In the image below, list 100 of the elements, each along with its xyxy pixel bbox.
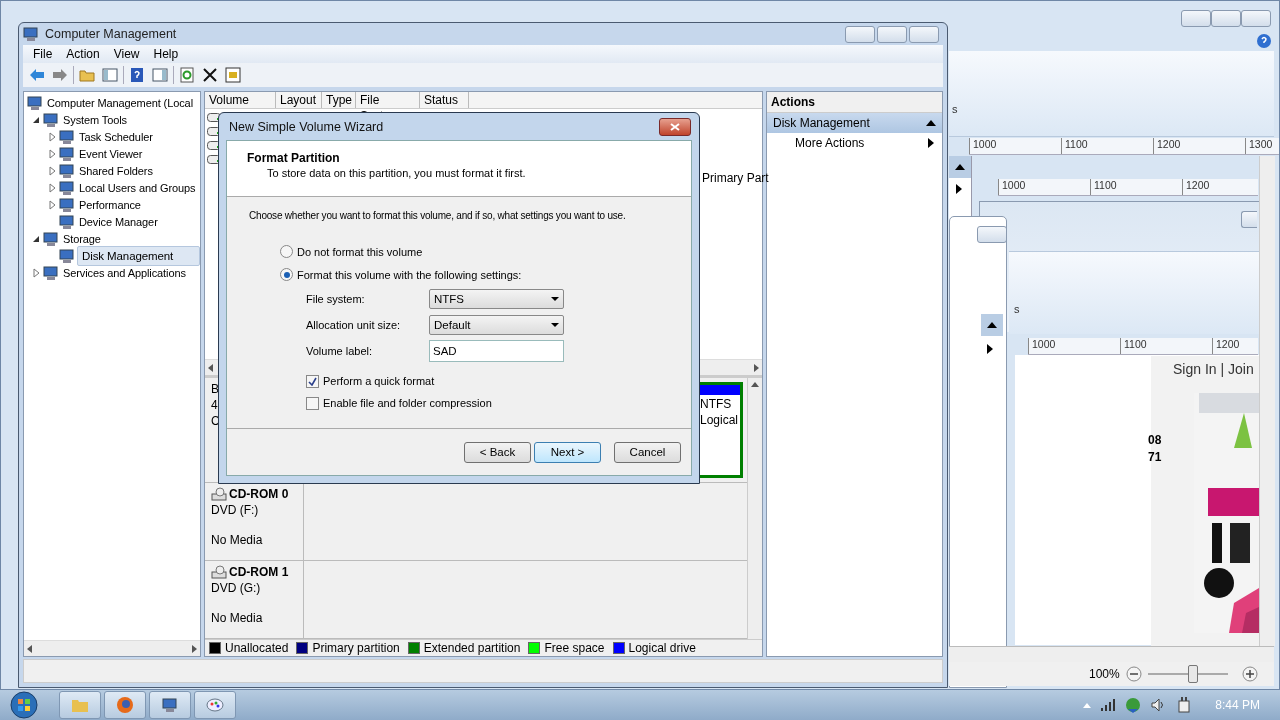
checkbox-label[interactable]: Enable file and folder compression [323,397,492,409]
disk-type: DVD (F:) [211,503,260,518]
tree-item[interactable]: Performance [77,198,143,211]
input-field[interactable]: SAD [429,340,564,362]
scroll-left-icon[interactable] [27,644,32,653]
scroll-right-icon[interactable] [754,363,759,372]
globe-icon[interactable] [1125,697,1142,713]
tree-item[interactable]: Storage [61,232,103,245]
taskbar-button[interactable] [149,691,191,719]
computer-icon [59,179,75,196]
computer-icon [43,230,59,247]
column-header[interactable]: Layout [276,92,322,108]
radio-label[interactable]: Format this volume with the following settings: [297,268,522,281]
table-cell: Primary Part [702,171,769,185]
page-heading: Format Partition [247,151,341,165]
scrollbar[interactable] [949,646,1274,662]
disk-status: No Media [211,611,264,626]
show-hidden-icon[interactable] [1083,702,1092,708]
close-button[interactable] [659,117,691,136]
tree-item[interactable]: Disk Management [77,245,200,266]
collapse-button[interactable] [981,314,1003,336]
scroll-right-icon[interactable] [192,644,197,653]
legend-label: Unallocated [225,641,289,655]
field-label: Volume label: [306,345,374,357]
dropdown-arrow-icon [551,297,559,301]
signal-icon[interactable] [1101,699,1116,711]
collapse-arrow-icon[interactable] [926,120,936,126]
power-plug-icon[interactable] [1177,697,1192,713]
column-header[interactable]: Type [322,92,356,108]
scrollbar[interactable] [1259,156,1275,646]
collapse-button[interactable] [949,156,971,178]
tree-item[interactable]: System Tools [61,113,129,126]
minimize-button[interactable] [845,25,875,43]
dropdown[interactable]: Default [429,315,564,335]
expand-arrow-icon[interactable] [987,344,993,354]
menu-item[interactable]: File [27,47,59,61]
tree-item[interactable]: Task Scheduler [77,130,155,143]
checkbox[interactable] [306,396,319,410]
zoom-in-icon[interactable] [1241,666,1258,682]
zoom-reading: 100% [1089,667,1120,681]
menu-item[interactable]: Action [60,47,106,61]
radio-button[interactable] [280,268,293,281]
tree-item[interactable]: Event Viewer [77,147,145,160]
sign-in-link[interactable]: Sign In | Join [1173,361,1254,377]
ruler: 1000 1100 1200 1300 [969,138,1279,155]
help-icon[interactable] [1256,33,1272,49]
computer-icon [59,145,75,162]
taskbar-button[interactable] [59,691,101,719]
zoom-out-icon[interactable] [1125,666,1142,682]
taskbar-button[interactable] [194,691,236,719]
refresh-icon[interactable] [177,65,197,85]
minimize-button[interactable] [1181,10,1211,27]
scroll-up-icon[interactable] [751,382,759,387]
radio-label[interactable]: Do not format this volume [297,245,423,258]
computer-icon [59,196,75,213]
expand-arrow-icon[interactable] [928,138,934,148]
disk-name: CD-ROM 0 [229,487,289,502]
column-header[interactable]: Volume [205,92,276,108]
legend-label: Primary partition [312,641,400,655]
panel-icon[interactable] [150,65,170,85]
wizard-button[interactable]: < Back [464,441,531,463]
scrollbar[interactable] [24,640,200,656]
computer-icon [43,264,59,281]
menu-item[interactable]: Help [147,47,185,61]
computer-icon [162,697,178,713]
radio-button[interactable] [280,245,293,258]
wizard-button[interactable]: Cancel [614,441,681,463]
maximize-button[interactable] [1211,10,1241,27]
pane-title: Actions [767,92,942,113]
checkbox[interactable] [306,374,319,388]
checkmark-icon [308,376,317,386]
scroll-left-icon[interactable] [208,363,213,372]
menu-item[interactable]: View [107,47,146,61]
instruction-text: Choose whether you want to format this volume, and if so, what settings you want to use. [249,210,627,221]
taskbar-button[interactable] [104,691,146,719]
dialog-title: New Simple Volume Wizard [229,119,384,134]
computer-icon [59,162,75,179]
tree-item[interactable]: Computer Management (Local [45,96,195,109]
tree-item[interactable]: Device Manager [77,215,160,228]
scrollbar[interactable] [747,378,762,639]
column-header[interactable]: Status [420,92,469,108]
tree-item[interactable]: Local Users and Groups [77,181,198,194]
dropdown[interactable]: NTFS [429,289,564,309]
ruler: 1000 1100 1200 [1028,338,1258,355]
ribbon-label: s [1014,303,1020,315]
checkbox-label[interactable]: Perform a quick format [323,375,435,387]
disc-drive-icon [211,565,227,580]
expand-arrow-icon[interactable] [956,184,962,194]
tree-item[interactable]: Services and Applications [61,266,188,279]
disk-info: 4 [211,398,219,412]
minimize-button[interactable] [1241,211,1257,228]
wizard-button[interactable]: Next > [534,441,601,463]
window-title: Computer Management [45,27,177,41]
tree-item[interactable]: Shared Folders [77,164,155,177]
partition-text: Logical [699,413,740,427]
maximize-button[interactable] [877,25,907,43]
disk-info: B [211,382,220,396]
panel-icon[interactable] [100,65,120,85]
action-link[interactable]: More Actions [795,136,865,150]
browser-icon [116,696,134,714]
